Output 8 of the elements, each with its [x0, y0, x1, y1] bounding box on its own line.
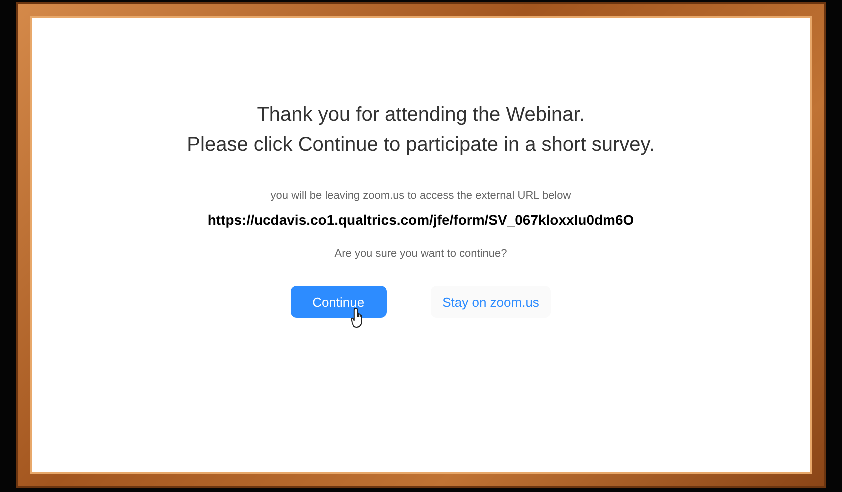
stay-button[interactable]: Stay on zoom.us: [430, 286, 552, 318]
heading: Please click Continue to participate in a short survey.: [187, 133, 655, 158]
notice-text: you will be leaving zoom.us to access the external URL below: [270, 190, 572, 202]
question-text: Are you sure you want to continue?: [334, 248, 508, 260]
continue-button[interactable]: Continue: [290, 286, 387, 318]
heading: Thank you for attending the Webinar.: [257, 103, 585, 128]
hand-cursor-icon: [350, 308, 364, 329]
url-text: https://ucdavis.co1.qualtrics.com/jfe/form/SV_067kloxxIu0dm6O: [208, 212, 634, 228]
